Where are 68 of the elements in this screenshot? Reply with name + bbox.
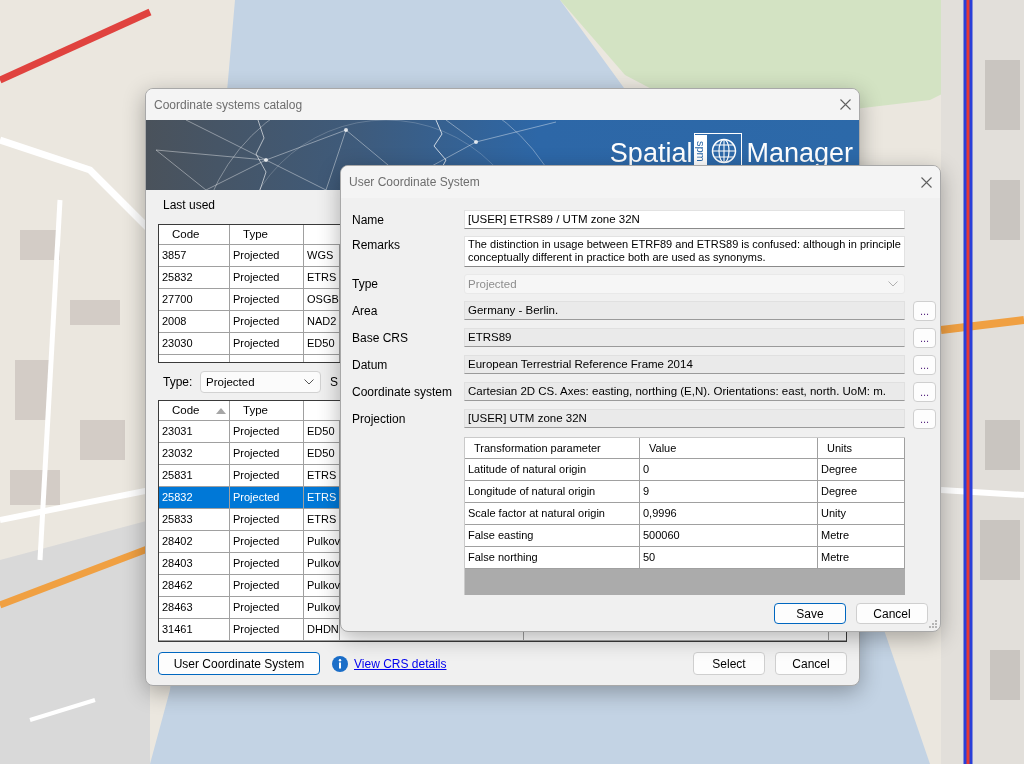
details-link[interactable]: View CRS details bbox=[354, 656, 447, 671]
dialog-button[interactable]: Select bbox=[693, 652, 765, 675]
text-area[interactable]: The distinction in usage between ETRF89 and ETRS89 is confused: although in principle conceptually different in practice both are used as synonyms. bbox=[464, 236, 905, 267]
logo-text: Manager bbox=[746, 140, 853, 167]
logo-mark-text: spm bbox=[695, 134, 708, 168]
field-label: Name bbox=[352, 212, 385, 227]
close-icon[interactable] bbox=[840, 99, 851, 110]
table-cell: Longitude of natural origin bbox=[465, 481, 640, 503]
text-field[interactable]: European Terrestrial Reference Frame 2014 bbox=[464, 355, 905, 374]
browse-button[interactable]: ... bbox=[913, 409, 936, 429]
info-icon bbox=[332, 655, 348, 672]
column-header[interactable]: Code bbox=[159, 401, 230, 420]
table-cell: 50 bbox=[640, 547, 818, 569]
field-label: Base CRS bbox=[352, 331, 410, 345]
table-cell: Degree bbox=[818, 481, 905, 503]
browse-button[interactable]: ... bbox=[913, 382, 936, 402]
table-cell: 9 bbox=[640, 481, 818, 503]
sort-ascending-icon bbox=[216, 407, 226, 414]
text-field[interactable]: [USER] UTM zone 32N bbox=[464, 409, 905, 428]
section-label: Last used bbox=[163, 198, 216, 213]
text-field[interactable]: [USER] ETRS89 / UTM zone 32N bbox=[464, 210, 905, 229]
field-label: Remarks bbox=[352, 237, 401, 252]
field-label: Coordinate system bbox=[352, 385, 454, 399]
filter-label: Type: bbox=[163, 375, 194, 389]
dialog-button[interactable]: Cancel bbox=[856, 603, 928, 624]
window-title: Coordinate systems catalog bbox=[154, 97, 303, 112]
table-cell: Scale factor at natural origin bbox=[465, 503, 640, 525]
dialog-button[interactable]: Cancel bbox=[775, 652, 847, 675]
field-label: Projection bbox=[352, 412, 407, 426]
column-header[interactable]: Code bbox=[159, 225, 230, 244]
table-cell: False easting bbox=[465, 525, 640, 547]
browse-button[interactable]: ... bbox=[913, 328, 936, 348]
column-header[interactable]: Type bbox=[230, 401, 304, 420]
table-cell: 31461 bbox=[159, 619, 230, 641]
column-header[interactable]: Value bbox=[640, 438, 818, 459]
text-field[interactable]: Cartesian 2D CS. Axes: easting, northing (E,N). Orientations: east, north. UoM: m. bbox=[464, 382, 905, 401]
chevron-down-icon bbox=[304, 379, 314, 385]
globe-icon bbox=[711, 138, 738, 164]
table-cell: False northing bbox=[465, 547, 640, 569]
column-header[interactable]: Units bbox=[818, 438, 905, 459]
column-header[interactable]: Transformation parameter bbox=[465, 438, 640, 459]
table-cell: Unity bbox=[818, 503, 905, 525]
chevron-down-icon bbox=[888, 281, 898, 287]
text-field[interactable]: Germany - Berlin. bbox=[464, 301, 905, 320]
resize-grip-icon[interactable] bbox=[929, 620, 937, 628]
window-title: User Coordinate System bbox=[349, 175, 480, 189]
logo-text: Spatial bbox=[609, 140, 693, 167]
field-label: Area bbox=[352, 304, 379, 318]
field-label: Datum bbox=[352, 358, 389, 372]
table-cell: Degree bbox=[818, 459, 905, 481]
search-label: S bbox=[330, 375, 338, 389]
type-dropdown[interactable]: Projected bbox=[200, 371, 321, 393]
table-cell: 500060 bbox=[640, 525, 818, 547]
table-cell: Metre bbox=[818, 547, 905, 569]
table-cell: 0 bbox=[640, 459, 818, 481]
browse-button[interactable]: ... bbox=[913, 355, 936, 375]
browse-button[interactable]: ... bbox=[913, 301, 936, 321]
table-cell: Metre bbox=[818, 525, 905, 547]
column-header[interactable]: Type bbox=[230, 225, 304, 244]
field-label: Type bbox=[352, 277, 379, 291]
table-cell: Latitude of natural origin bbox=[465, 459, 640, 481]
table-cell: Projected bbox=[230, 619, 304, 641]
close-icon[interactable] bbox=[921, 176, 932, 188]
table-cell: DHDN bbox=[304, 619, 340, 641]
text-field[interactable]: ETRS89 bbox=[464, 328, 905, 347]
user-coordinate-system-button[interactable]: User Coordinate System bbox=[158, 652, 320, 675]
dialog-button[interactable]: Save bbox=[774, 603, 846, 624]
table-cell: 0,9996 bbox=[640, 503, 818, 525]
